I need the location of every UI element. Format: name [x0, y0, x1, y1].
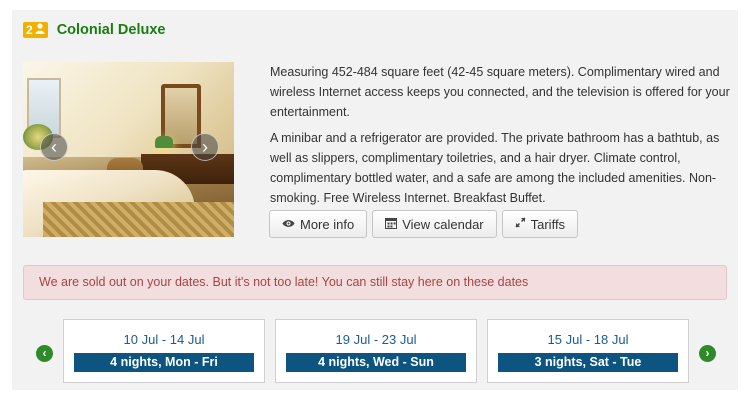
- room-actions: More info View calendar Tariffs: [269, 210, 579, 238]
- calendar-icon: [385, 217, 398, 232]
- room-header: 2 Colonial Deluxe: [23, 22, 165, 38]
- tariffs-button[interactable]: Tariffs: [501, 210, 579, 238]
- nights-label: 4 nights, Wed - Sun: [286, 353, 466, 372]
- chevron-right-icon[interactable]: ›: [191, 133, 219, 161]
- resize-icon: [515, 217, 526, 231]
- sold-out-alert: We are sold out on your dates. But it's …: [23, 265, 727, 300]
- date-range: 19 Jul - 23 Jul: [335, 332, 417, 347]
- room-photo[interactable]: ‹ ›: [23, 62, 234, 237]
- date-range: 10 Jul - 14 Jul: [123, 332, 205, 347]
- view-calendar-label: View calendar: [402, 216, 484, 232]
- person-icon: [35, 22, 45, 38]
- circle-chevron-right-icon[interactable]: ›: [699, 345, 716, 362]
- eye-icon: [282, 217, 295, 231]
- photo-lamp: [155, 136, 173, 148]
- room-description: Measuring 452-484 square feet (42-45 squ…: [270, 62, 732, 214]
- photo-bedcover: [43, 202, 234, 237]
- nights-label: 4 nights, Mon - Fri: [74, 353, 254, 372]
- alternative-dates: 10 Jul - 14 Jul 4 nights, Mon - Fri 19 J…: [63, 319, 689, 383]
- more-info-label: More info: [300, 216, 355, 232]
- description-paragraph-1: Measuring 452-484 square feet (42-45 squ…: [270, 65, 730, 119]
- occupancy-count: 2: [26, 23, 33, 37]
- nights-label: 3 nights, Sat - Tue: [498, 353, 678, 372]
- circle-chevron-left-icon[interactable]: ‹: [36, 345, 53, 362]
- chevron-left-icon[interactable]: ‹: [40, 133, 68, 161]
- date-option-card[interactable]: 15 Jul - 18 Jul 3 nights, Sat - Tue: [487, 319, 689, 383]
- tariffs-label: Tariffs: [530, 216, 566, 232]
- more-info-button[interactable]: More info: [269, 210, 368, 238]
- date-option-card[interactable]: 19 Jul - 23 Jul 4 nights, Wed - Sun: [275, 319, 477, 383]
- occupancy-badge: 2: [23, 22, 48, 38]
- view-calendar-button[interactable]: View calendar: [372, 210, 497, 238]
- room-title[interactable]: Colonial Deluxe: [57, 22, 166, 38]
- description-paragraph-2: A minibar and a refrigerator are provide…: [270, 131, 720, 205]
- date-range: 15 Jul - 18 Jul: [547, 332, 629, 347]
- date-option-card[interactable]: 10 Jul - 14 Jul 4 nights, Mon - Fri: [63, 319, 265, 383]
- room-panel: 2 Colonial Deluxe ‹ › Measuring 452-484 …: [12, 10, 738, 390]
